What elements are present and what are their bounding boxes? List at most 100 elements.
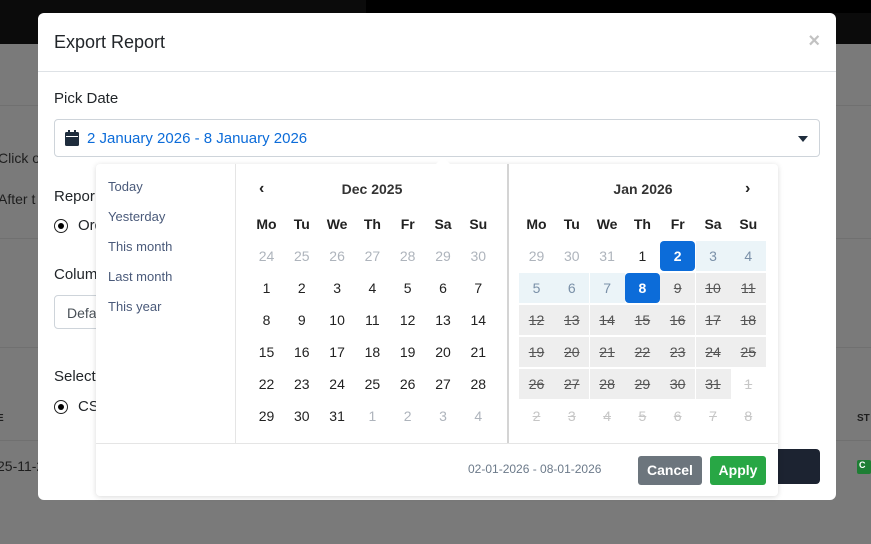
- calendar-day[interactable]: 30: [461, 241, 496, 271]
- range-this-month[interactable]: This month: [108, 239, 172, 254]
- calendar-day[interactable]: 28: [390, 241, 425, 271]
- calendar-day[interactable]: 4: [730, 241, 766, 271]
- calendar-day[interactable]: 2: [660, 241, 696, 271]
- calendar-day[interactable]: 7: [461, 273, 496, 303]
- calendar-day[interactable]: 8: [624, 273, 660, 303]
- calendar-day[interactable]: 29: [249, 401, 284, 431]
- calendar-day: 27: [554, 369, 590, 399]
- calendar-day[interactable]: 3: [426, 401, 461, 431]
- calendar-day: 3: [567, 408, 576, 424]
- calendar-day: 22: [624, 337, 660, 367]
- background-table-header: E: [0, 413, 4, 424]
- picker-arrow: [436, 157, 450, 164]
- calendar-day[interactable]: 1: [625, 241, 660, 271]
- calendar-day[interactable]: 31: [320, 401, 355, 431]
- range-this-year[interactable]: This year: [108, 299, 161, 314]
- weekday-header: Tu: [563, 216, 580, 232]
- weekday-header: Mo: [256, 216, 277, 232]
- calendar-day[interactable]: 16: [284, 337, 319, 367]
- column-select-value: Defa: [67, 305, 97, 321]
- calendar-day[interactable]: 23: [284, 369, 319, 399]
- range-today[interactable]: Today: [108, 179, 143, 194]
- calendar-day[interactable]: 15: [249, 337, 284, 367]
- weekday-header: We: [596, 216, 618, 232]
- calendar-day: 2: [532, 408, 541, 424]
- next-month-icon[interactable]: ›: [745, 180, 750, 198]
- calendar-day[interactable]: 25: [355, 369, 390, 399]
- calendar-day[interactable]: 24: [249, 241, 284, 271]
- calendar-day[interactable]: 31: [590, 241, 625, 271]
- calendar-day[interactable]: 9: [284, 305, 319, 335]
- calendar-day[interactable]: 4: [461, 401, 496, 431]
- chevron-down-icon: [798, 136, 808, 142]
- weekday-header: Mo: [526, 216, 547, 232]
- calendar-day[interactable]: 14: [461, 305, 496, 335]
- date-range-input[interactable]: 2 January 2026 - 8 January 2026: [54, 119, 820, 157]
- calendar-day[interactable]: 26: [320, 241, 355, 271]
- calendar-right-month: Jan 2026: [613, 181, 673, 197]
- calendar-day[interactable]: 3: [695, 241, 731, 271]
- calendar-day[interactable]: 13: [426, 305, 461, 335]
- calendar-day[interactable]: 29: [519, 241, 554, 271]
- calendar-day[interactable]: 1: [355, 401, 390, 431]
- calendar-day[interactable]: 8: [249, 305, 284, 335]
- calendar-day[interactable]: 6: [426, 273, 461, 303]
- calendar-day: 19: [519, 337, 554, 367]
- calendar-day: 13: [554, 305, 590, 335]
- calendar-day[interactable]: 1: [249, 273, 284, 303]
- calendar-day[interactable]: 30: [554, 241, 589, 271]
- weekday-header: Th: [633, 216, 651, 232]
- calendar-day[interactable]: 24: [320, 369, 355, 399]
- calendar-day: 30: [660, 369, 696, 399]
- calendar-day[interactable]: 5: [390, 273, 425, 303]
- calendar-day[interactable]: 17: [320, 337, 355, 367]
- calendar-day[interactable]: 28: [461, 369, 496, 399]
- format-radio[interactable]: [54, 400, 68, 414]
- calendar-right: Jan 2026 › Mo Tu We Th Fr Sa Su 29 30 31 1 2 3 4 5 6 7 8 9…: [507, 164, 777, 443]
- calendar-day[interactable]: 7: [589, 273, 625, 303]
- weekday-header: Th: [363, 216, 381, 232]
- calendar-day: 25: [730, 337, 766, 367]
- calendar-day[interactable]: 11: [355, 305, 390, 335]
- weekday-header: Su: [739, 216, 758, 232]
- apply-button[interactable]: Apply: [710, 456, 766, 485]
- calendar-day[interactable]: 3: [320, 273, 355, 303]
- background-text: Click o: [0, 150, 41, 166]
- report-radio[interactable]: [54, 219, 68, 233]
- calendar-day[interactable]: 27: [355, 241, 390, 271]
- calendar-day[interactable]: 25: [284, 241, 319, 271]
- calendar-day: 1: [744, 376, 753, 392]
- calendar-day: 9: [660, 273, 696, 303]
- calendar-day[interactable]: 2: [284, 273, 319, 303]
- calendar-day[interactable]: 10: [320, 305, 355, 335]
- calendar-day[interactable]: 5: [519, 273, 554, 303]
- cancel-button[interactable]: Cancel: [638, 456, 702, 485]
- calendar-day[interactable]: 26: [390, 369, 425, 399]
- calendar-day[interactable]: 29: [426, 241, 461, 271]
- calendar-left: ‹ Dec 2025 Mo Tu We Th Fr Sa Su 24 25 26 27 28 29 30 1…: [237, 164, 507, 443]
- range-yesterday[interactable]: Yesterday: [108, 209, 165, 224]
- calendar-day[interactable]: 19: [390, 337, 425, 367]
- calendar-day[interactable]: 18: [355, 337, 390, 367]
- calendar-day[interactable]: 6: [554, 273, 590, 303]
- weekday-header: Su: [469, 216, 488, 232]
- range-last-month[interactable]: Last month: [108, 269, 172, 284]
- background-status-badge: C: [857, 460, 871, 474]
- calendar-day: 10: [695, 273, 731, 303]
- calendar-day: 17: [695, 305, 731, 335]
- calendar-day[interactable]: 30: [284, 401, 319, 431]
- calendar-day: 7: [709, 408, 717, 424]
- calendar-day[interactable]: 27: [426, 369, 461, 399]
- calendar-day[interactable]: 21: [461, 337, 496, 367]
- pick-date-label: Pick Date: [54, 90, 119, 107]
- calendar-day[interactable]: 20: [426, 337, 461, 367]
- calendar-day: 31: [695, 369, 731, 399]
- weekday-header: We: [326, 216, 348, 232]
- calendar-day[interactable]: 22: [249, 369, 284, 399]
- calendar-day[interactable]: 2: [390, 401, 425, 431]
- weekday-header: Sa: [434, 216, 452, 232]
- calendar-day[interactable]: 12: [390, 305, 425, 335]
- calendar-day[interactable]: 4: [355, 273, 390, 303]
- close-icon[interactable]: ×: [808, 30, 820, 53]
- calendar-day: 5: [638, 408, 647, 424]
